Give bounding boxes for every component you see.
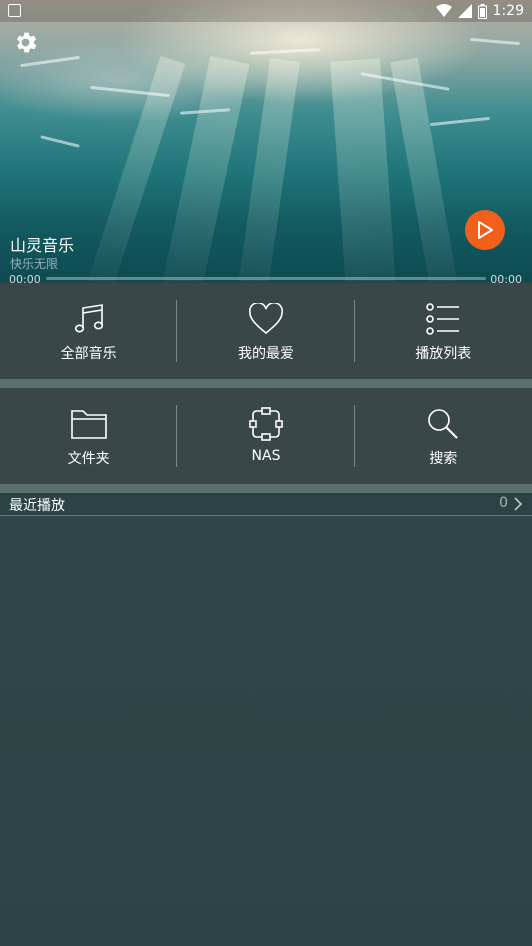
- heart-icon: [248, 303, 284, 335]
- menu-label: 播放列表: [415, 346, 472, 362]
- chevron-right-icon: [514, 497, 523, 511]
- menu-label: NAS: [251, 448, 281, 464]
- playlist-icon: [426, 303, 460, 335]
- menu-label: 全部音乐: [60, 346, 117, 362]
- settings-gear-icon[interactable]: [12, 29, 39, 56]
- menu-item-playlist[interactable]: 播放列表: [355, 283, 532, 379]
- track-title[interactable]: 山灵音乐: [10, 232, 74, 256]
- progress-bar[interactable]: [46, 277, 486, 280]
- menu-row-2: 文件夹 NAS 搜索: [0, 388, 532, 484]
- folder-icon: [70, 410, 107, 439]
- battery-icon: [477, 3, 487, 19]
- recent-played-count: 0: [499, 495, 508, 511]
- search-icon: [428, 409, 459, 439]
- menu-item-search[interactable]: 搜索: [355, 388, 532, 484]
- header-background-image: [0, 0, 532, 282]
- menu-row-1: 全部音乐 我的最爱 播放列表: [0, 283, 532, 379]
- recent-played-list: [0, 516, 532, 946]
- menu-label: 文件夹: [67, 451, 110, 467]
- wifi-icon: [435, 4, 452, 17]
- menu-item-all-music[interactable]: 全部音乐: [0, 283, 178, 379]
- menu-label: 搜索: [429, 451, 458, 467]
- track-subtitle: 快乐无限: [10, 257, 59, 271]
- play-button[interactable]: [465, 210, 505, 250]
- recent-played-title: 最近播放: [9, 498, 65, 514]
- nas-icon: [249, 407, 283, 441]
- music-note-icon: [74, 304, 103, 333]
- notification-icon: [8, 4, 21, 17]
- menu-label: 我的最爱: [237, 346, 294, 362]
- play-icon: [478, 221, 493, 239]
- menu-item-folder[interactable]: 文件夹: [0, 388, 178, 484]
- menu-item-favorites[interactable]: 我的最爱: [177, 283, 355, 379]
- status-bar: 1:29: [0, 0, 532, 22]
- status-time: 1:29: [492, 3, 524, 19]
- signal-icon: [457, 4, 472, 18]
- menu-item-nas[interactable]: NAS: [177, 388, 355, 484]
- recent-played-header[interactable]: 最近播放 0: [0, 493, 532, 516]
- section-separator: [0, 379, 532, 388]
- section-separator: [0, 484, 532, 493]
